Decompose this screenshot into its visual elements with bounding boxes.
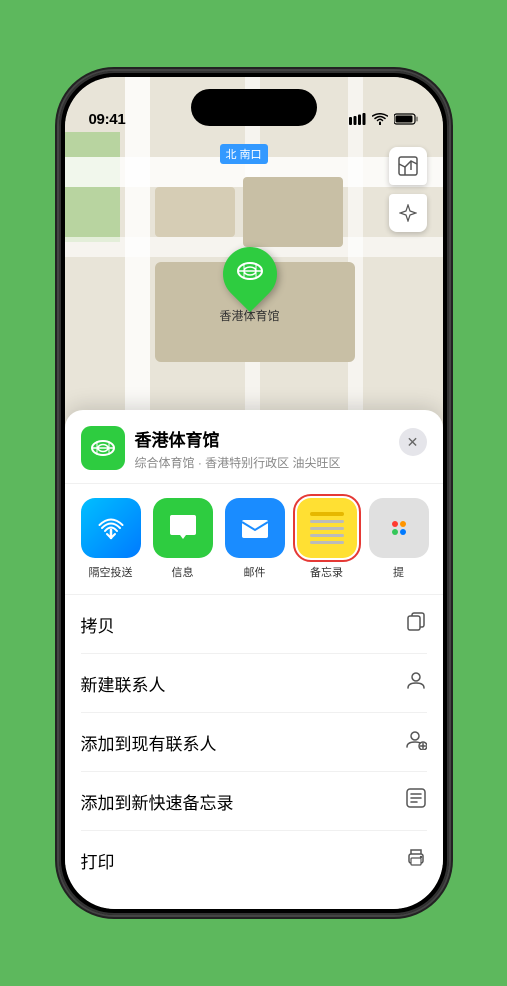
status-bar: 09:41 [65, 77, 443, 136]
map-controls [389, 147, 427, 232]
copy-label: 拷贝 [81, 612, 115, 637]
place-header: 香港体育馆 综合体育馆 · 香港特别行政区 油尖旺区 ✕ [65, 410, 443, 484]
map-green-area [65, 132, 120, 242]
wifi-icon [372, 113, 388, 128]
notes-line-1 [310, 520, 344, 523]
close-button[interactable]: ✕ [399, 428, 427, 456]
phone-screen: 09:41 [65, 77, 443, 909]
more-label: 提 [393, 564, 404, 580]
map-entrance-label: 北 南口 [220, 144, 268, 164]
marker-icon [236, 257, 264, 291]
print-label: 打印 [81, 848, 115, 873]
share-item-mail[interactable]: 邮件 [225, 498, 285, 580]
notes-icon [297, 498, 357, 558]
print-icon [405, 846, 427, 874]
share-row: 隔空投送 信息 [65, 484, 443, 595]
dot-yellow [400, 521, 406, 527]
signal-icon [349, 113, 366, 128]
share-item-notes[interactable]: 备忘录 [297, 498, 357, 580]
status-icons [349, 113, 419, 128]
dot-green [392, 529, 398, 535]
action-copy[interactable]: 拷贝 [81, 595, 427, 654]
close-icon: ✕ [407, 434, 419, 451]
notes-label: 备忘录 [310, 564, 343, 580]
place-icon [81, 426, 125, 470]
bottom-sheet: 香港体育馆 综合体育馆 · 香港特别行政区 油尖旺区 ✕ [65, 410, 443, 909]
map-block-2 [243, 177, 343, 247]
more-icon [369, 498, 429, 558]
notes-line-2 [310, 527, 344, 530]
notes-line-3 [310, 534, 344, 537]
airdrop-icon [81, 498, 141, 558]
stadium-marker: 香港体育馆 [220, 247, 280, 324]
status-time: 09:41 [89, 111, 126, 128]
battery-icon [394, 113, 419, 128]
action-quick-note[interactable]: 添加到新快速备忘录 [81, 772, 427, 831]
action-add-contact[interactable]: 添加到现有联系人 [81, 713, 427, 772]
mail-icon [225, 498, 285, 558]
add-contact-label: 添加到现有联系人 [81, 730, 217, 755]
share-item-airdrop[interactable]: 隔空投送 [81, 498, 141, 580]
dot-blue [400, 529, 406, 535]
action-list: 拷贝 新建联系人 [65, 595, 443, 889]
notes-line-4 [310, 541, 344, 544]
messages-icon [153, 498, 213, 558]
place-info: 香港体育馆 综合体育馆 · 香港特别行政区 油尖旺区 [135, 426, 399, 471]
mail-label: 邮件 [244, 564, 266, 580]
new-contact-icon [405, 669, 427, 697]
place-description: 综合体育馆 · 香港特别行政区 油尖旺区 [135, 454, 399, 471]
new-contact-label: 新建联系人 [81, 671, 166, 696]
action-new-contact[interactable]: 新建联系人 [81, 654, 427, 713]
messages-label: 信息 [172, 564, 194, 580]
airdrop-label: 隔空投送 [89, 564, 133, 580]
phone-frame: 09:41 [59, 71, 449, 915]
dot-red [392, 521, 398, 527]
quick-note-icon [405, 787, 427, 815]
entrance-label-text: 北 南口 [226, 149, 262, 161]
copy-icon [405, 610, 427, 638]
action-print[interactable]: 打印 [81, 831, 427, 889]
share-item-messages[interactable]: 信息 [153, 498, 213, 580]
marker-pin [211, 236, 287, 312]
share-item-more[interactable]: 提 [369, 498, 429, 580]
place-name: 香港体育馆 [135, 426, 399, 451]
map-block-1 [155, 187, 235, 237]
more-dots [392, 521, 406, 535]
add-contact-icon [405, 728, 427, 756]
notes-lines [310, 512, 344, 544]
quick-note-label: 添加到新快速备忘录 [81, 789, 234, 814]
map-type-button[interactable] [389, 147, 427, 185]
more-dot-group-bottom [392, 529, 406, 535]
location-button[interactable] [389, 194, 427, 232]
